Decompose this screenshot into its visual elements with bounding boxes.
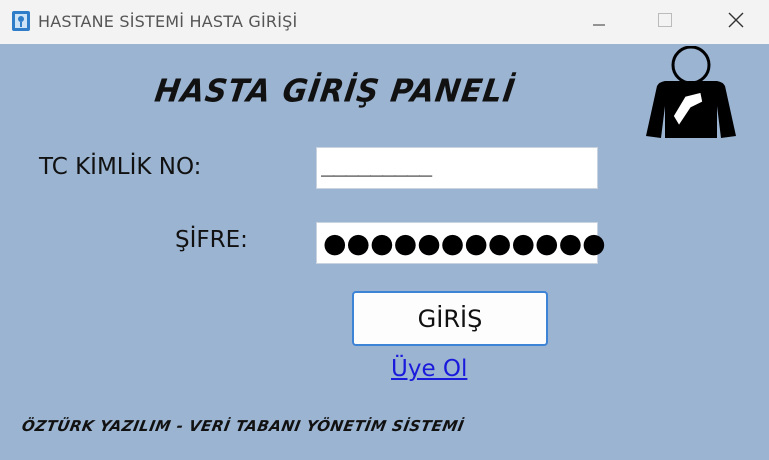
hospital-app-icon (11, 10, 31, 32)
close-icon (728, 12, 744, 33)
footer-text: ÖZTÜRK YAZILIM - VERİ TABANI YÖNETİM SİS… (20, 417, 466, 435)
password-input[interactable]: ●●●●●●●●●●●● (316, 222, 606, 264)
maximize-button[interactable] (642, 0, 688, 44)
tc-label: TC KİMLİK NO: (39, 154, 202, 180)
maximize-icon (658, 12, 672, 32)
tc-input[interactable]: _________ (316, 147, 598, 189)
password-input-value: ●●●●●●●●●●●● (323, 228, 606, 259)
panel-title: HASTA GİRİŞ PANELİ (152, 73, 518, 110)
title-bar[interactable]: HASTANE SİSTEMİ HASTA GİRİŞİ (0, 0, 769, 44)
login-button[interactable]: GİRİŞ (352, 291, 548, 346)
minimize-icon (593, 13, 605, 31)
tc-input-value: _________ (321, 152, 432, 177)
login-window: HASTANE SİSTEMİ HASTA GİRİŞİ HASTA GİRİŞ… (0, 0, 769, 460)
login-panel: HASTA GİRİŞ PANELİ TC KİMLİK NO: _______… (0, 44, 769, 460)
close-button[interactable] (713, 0, 759, 44)
patient-icon (643, 45, 739, 147)
register-link[interactable]: Üye Ol (391, 356, 467, 382)
window-title: HASTANE SİSTEMİ HASTA GİRİŞİ (38, 12, 298, 31)
password-label: ŞİFRE: (175, 227, 248, 253)
minimize-button[interactable] (576, 0, 622, 44)
